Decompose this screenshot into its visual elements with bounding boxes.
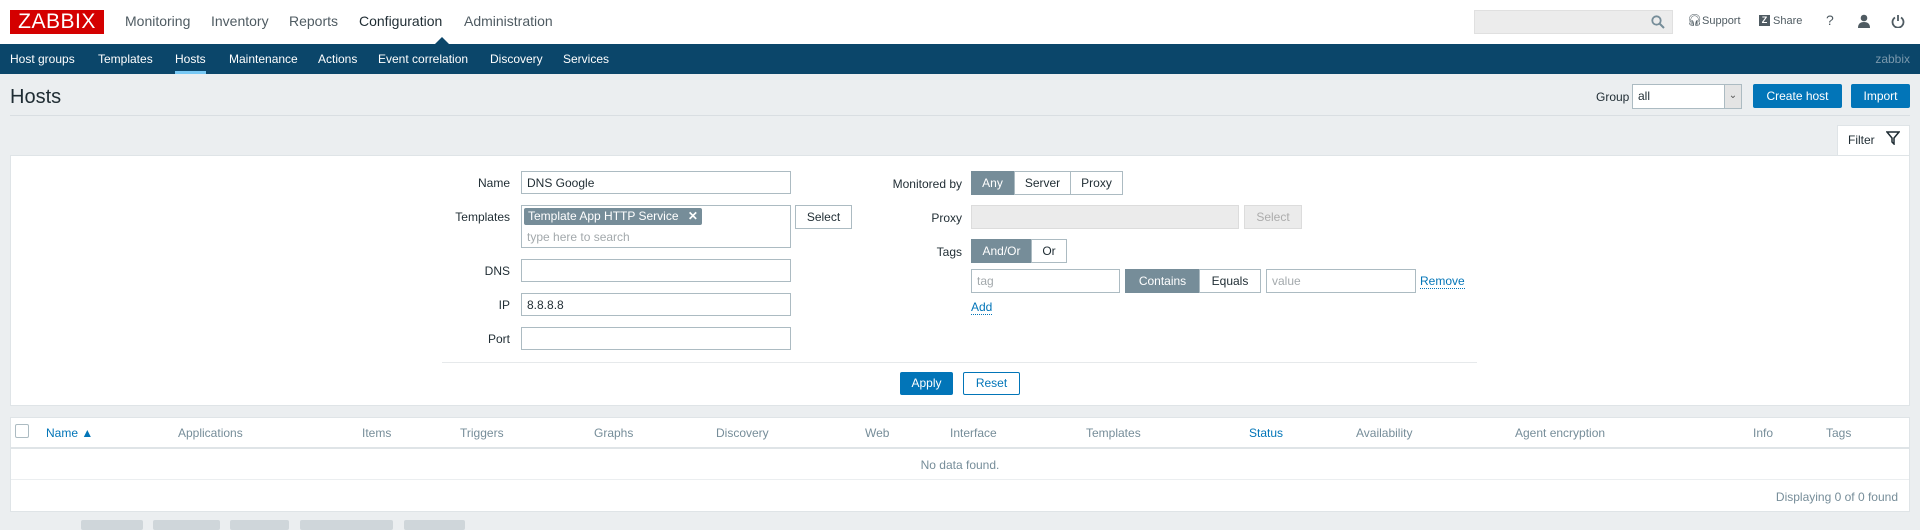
tags-andor[interactable]: And/Or	[971, 239, 1032, 263]
remove-chip-icon[interactable]: ✕	[688, 209, 698, 223]
monitored-any[interactable]: Any	[971, 171, 1014, 195]
operator-equals[interactable]: Equals	[1199, 269, 1261, 293]
subnav-discovery[interactable]: Discovery	[490, 52, 543, 66]
subnav-templates[interactable]: Templates	[98, 52, 153, 66]
proxy-label: Proxy	[931, 211, 962, 225]
proxy-input	[971, 205, 1239, 229]
divider	[10, 115, 1910, 116]
import-button[interactable]: Import	[1851, 84, 1910, 108]
tags-or[interactable]: Or	[1031, 239, 1067, 263]
create-host-button[interactable]: Create host	[1753, 84, 1842, 108]
filter-tab-label[interactable]: Filter	[1848, 133, 1875, 147]
nav-reports[interactable]: Reports	[289, 13, 338, 29]
nav-administration[interactable]: Administration	[464, 13, 553, 29]
column-status[interactable]: Status	[1249, 426, 1283, 440]
column-name[interactable]: Name ▲	[46, 426, 93, 440]
operator-contains[interactable]: Contains	[1125, 269, 1200, 293]
support-icon: 🎧︎	[1687, 13, 1703, 27]
subnav-event-correlation[interactable]: Event correlation	[378, 52, 468, 66]
help-icon[interactable]: ?	[1826, 12, 1834, 28]
column-availability: Availability	[1356, 426, 1413, 440]
column-templates: Templates	[1086, 426, 1141, 440]
column-items: Items	[362, 426, 392, 440]
active-nav-caret	[435, 37, 449, 44]
template-chip-label: Template App HTTP Service	[528, 209, 679, 223]
port-input[interactable]	[521, 327, 791, 350]
filter-panel	[10, 155, 1910, 406]
no-data-message: No data found.	[920, 458, 1000, 472]
tag-value-input[interactable]: value	[1266, 269, 1416, 293]
pagination-summary: Displaying 0 of 0 found	[1775, 490, 1898, 504]
chevron-down-icon[interactable]: ⌄	[1724, 85, 1741, 108]
proxy-select-button: Select	[1244, 205, 1302, 229]
ip-label: IP	[498, 298, 510, 312]
reset-button[interactable]: Reset	[963, 372, 1020, 395]
name-input[interactable]: DNS Google	[521, 171, 791, 194]
mass-action-button	[300, 520, 393, 530]
subnav-actions[interactable]: Actions	[318, 52, 357, 66]
table-header-divider	[11, 447, 1909, 449]
group-select-value: all	[1638, 89, 1651, 103]
nav-inventory[interactable]: Inventory	[211, 13, 269, 29]
templates-search-placeholder[interactable]: type here to search	[527, 230, 630, 244]
subnav-host-groups[interactable]: Host groups	[10, 52, 75, 66]
ip-input[interactable]: 8.8.8.8	[521, 293, 791, 316]
user-icon[interactable]	[1857, 14, 1871, 28]
column-triggers: Triggers	[460, 426, 504, 440]
filter-icon[interactable]	[1886, 131, 1900, 145]
tags-label: Tags	[936, 245, 962, 259]
template-chip: Template App HTTP Service ✕	[524, 208, 702, 225]
name-input-value: DNS Google	[527, 176, 595, 190]
name-label: Name	[477, 176, 510, 190]
column-applications: Applications	[178, 426, 243, 440]
monitored-server[interactable]: Server	[1014, 171, 1071, 195]
dns-label: DNS	[484, 264, 510, 278]
username: zabbix	[1875, 52, 1910, 66]
add-tag-link[interactable]: Add	[971, 300, 993, 315]
search-input[interactable]	[1474, 10, 1673, 34]
nav-monitoring[interactable]: Monitoring	[125, 13, 190, 29]
support-link[interactable]: Support	[1702, 15, 1741, 27]
share-link[interactable]: Share	[1773, 15, 1802, 27]
mass-action-button	[81, 520, 143, 530]
group-label: Group	[1596, 90, 1630, 104]
ip-input-value: 8.8.8.8	[527, 298, 564, 312]
subnav-maintenance[interactable]: Maintenance	[229, 52, 298, 66]
column-tags: Tags	[1826, 426, 1852, 440]
monitored-by-label: Monitored by	[892, 177, 962, 191]
subnav-services[interactable]: Services	[563, 52, 609, 66]
divider	[442, 362, 1477, 363]
column-interface: Interface	[950, 426, 997, 440]
mass-action-button	[230, 520, 289, 530]
dns-input[interactable]	[521, 259, 791, 282]
templates-label: Templates	[455, 210, 510, 224]
column-web: Web	[865, 426, 890, 440]
mass-action-button	[153, 520, 220, 530]
mass-action-button	[404, 520, 465, 530]
page-title: Hosts	[10, 86, 62, 108]
column-agent-encryption: Agent encryption	[1515, 426, 1606, 440]
port-label: Port	[487, 332, 510, 346]
share-icon: Z	[1759, 15, 1770, 26]
subnav-hosts[interactable]: Hosts	[175, 52, 206, 74]
remove-tag-link[interactable]: Remove	[1420, 274, 1465, 289]
tag-input[interactable]: tag	[971, 269, 1120, 293]
column-graphs: Graphs	[594, 426, 634, 440]
search-icon[interactable]	[1651, 15, 1665, 29]
zabbix-logo[interactable]: ZABBIX	[10, 10, 104, 34]
column-info: Info	[1753, 426, 1774, 440]
select-all-checkbox[interactable]	[15, 424, 29, 438]
column-discovery: Discovery	[716, 426, 769, 440]
nav-configuration[interactable]: Configuration	[359, 13, 442, 29]
sign-out-icon[interactable]	[1891, 14, 1905, 28]
table-row-divider	[11, 479, 1909, 480]
apply-button[interactable]: Apply	[900, 372, 953, 395]
monitored-proxy[interactable]: Proxy	[1070, 171, 1123, 195]
